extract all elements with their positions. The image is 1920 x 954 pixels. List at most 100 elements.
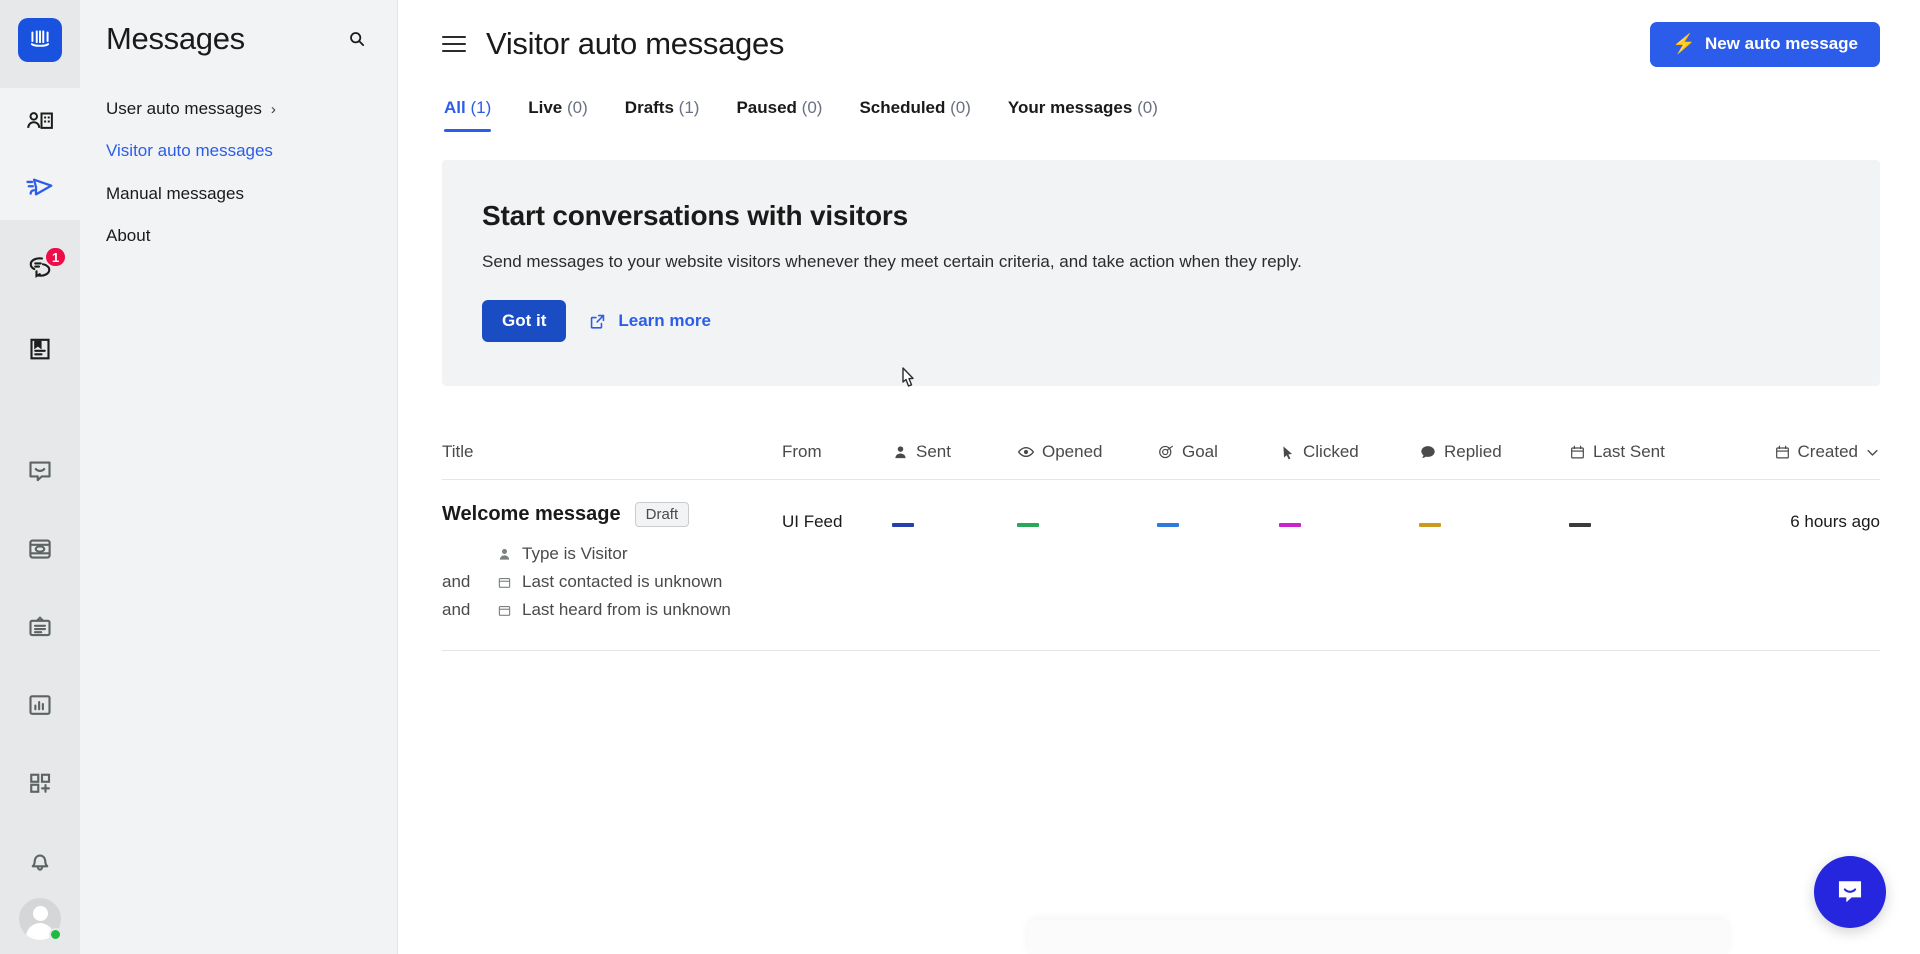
last-sent-value-dash	[1569, 523, 1591, 527]
col-title[interactable]: Title	[442, 442, 782, 480]
sidebar-item-visitor-auto-messages[interactable]: Visitor auto messages	[106, 130, 372, 172]
new-auto-message-button[interactable]: ⚡ New auto message	[1650, 21, 1880, 67]
learn-more-label: Learn more	[618, 311, 711, 330]
messenger-launcher-icon	[1838, 881, 1862, 903]
row-title-text: Welcome message	[442, 503, 621, 525]
inbox-unread-badge: 1	[44, 246, 68, 268]
rail-item-surveys[interactable]	[0, 594, 80, 660]
clicked-value-dash	[1279, 523, 1301, 527]
tab-scheduled[interactable]: Scheduled (0)	[859, 98, 970, 132]
outbound-send-icon	[26, 178, 53, 196]
articles-icon	[30, 338, 50, 360]
table-header-row: Title From Sent Opened Goal Clicked Repl…	[442, 442, 1880, 480]
rule-row: and Last contacted is unknown	[442, 568, 782, 596]
tab-count: (1)	[470, 98, 492, 117]
tab-label: Drafts	[624, 98, 674, 117]
rail-item-tours[interactable]	[0, 516, 80, 582]
rail-item-contacts[interactable]	[0, 88, 80, 154]
banner-body: Send messages to your website visitors w…	[482, 252, 1302, 271]
onboarding-banner: Start conversations with visitors Send m…	[442, 160, 1880, 386]
rule-text: Type is Visitor	[522, 544, 628, 563]
eye-icon	[1017, 446, 1035, 458]
rail-item-messenger[interactable]	[0, 438, 80, 504]
target-goal-icon	[1159, 445, 1173, 459]
rail-item-inbox[interactable]: 1	[0, 234, 80, 300]
tab-label: Your messages	[1007, 98, 1133, 117]
table-row[interactable]: Welcome message Draft Type is Visitor an…	[442, 479, 1880, 651]
sidebar-item-label: About	[106, 226, 151, 246]
status-tabs: All (1) Live (0) Drafts (1) Paused (0) S…	[442, 98, 1880, 132]
messages-sidebar: Messages User auto messages › Visitor au…	[80, 0, 398, 954]
cell-last-sent	[1569, 479, 1734, 651]
sidebar-item-about[interactable]: About	[106, 215, 372, 257]
col-created-label: Created	[1797, 442, 1858, 461]
rail-item-messages[interactable]	[0, 154, 80, 220]
cell-clicked	[1279, 479, 1419, 651]
opened-value-dash	[1017, 523, 1039, 527]
external-link-icon	[591, 314, 605, 329]
col-sent-label: Sent	[916, 442, 951, 461]
rule-prefix: and	[442, 572, 471, 591]
chevron-right-icon: ›	[270, 100, 276, 118]
col-title-label: Title	[442, 442, 474, 461]
messenger-launcher-button[interactable]	[1814, 856, 1886, 928]
col-last-sent[interactable]: Last Sent	[1569, 442, 1734, 480]
tab-count: (0)	[801, 98, 823, 117]
tab-label: Paused	[736, 98, 797, 117]
messenger-icon	[29, 461, 51, 482]
new-auto-message-label: New auto message	[1704, 34, 1858, 53]
sidebar-header: Messages	[106, 0, 372, 66]
rail-item-articles[interactable]	[0, 316, 80, 382]
tab-paused[interactable]: Paused (0)	[736, 98, 822, 132]
rule-prefix: and	[442, 600, 471, 619]
tab-all[interactable]: All (1)	[444, 98, 492, 132]
learn-more-link[interactable]: Learn more	[588, 311, 711, 331]
tab-live[interactable]: Live (0)	[528, 98, 588, 132]
person-icon	[495, 547, 513, 562]
col-from-label: From	[782, 442, 822, 461]
person-icon	[895, 445, 906, 458]
tab-drafts[interactable]: Drafts (1)	[625, 98, 700, 132]
tab-your-messages[interactable]: Your messages (0)	[1008, 98, 1158, 132]
intercom-logo-icon[interactable]	[18, 18, 62, 62]
rail-item-apps[interactable]	[0, 750, 80, 816]
goal-value-dash	[1157, 523, 1179, 527]
cell-from: UI Feed	[782, 479, 892, 651]
sidebar-title: Messages	[106, 21, 245, 56]
calendar-icon	[1571, 445, 1584, 458]
rule-text: Last heard from is unknown	[522, 600, 731, 619]
col-clicked[interactable]: Clicked	[1279, 442, 1419, 480]
user-avatar-slot[interactable]	[19, 898, 62, 941]
col-sent[interactable]: Sent	[892, 442, 1017, 480]
col-opened[interactable]: Opened	[1017, 442, 1157, 480]
rail-item-reports[interactable]	[0, 672, 80, 738]
tab-count: (0)	[567, 98, 588, 117]
page-title: Visitor auto messages	[486, 26, 785, 61]
hamburger-menu-icon[interactable]	[442, 36, 466, 52]
contacts-icon	[27, 112, 53, 129]
cursor-arrow-icon	[1283, 445, 1293, 459]
cell-title[interactable]: Welcome message Draft Type is Visitor an…	[442, 479, 782, 651]
col-replied[interactable]: Replied	[1419, 442, 1569, 480]
col-opened-label: Opened	[1042, 442, 1103, 461]
rail-item-notifications[interactable]	[0, 828, 80, 894]
chevron-down-icon[interactable]	[1865, 445, 1880, 460]
tab-count: (1)	[678, 98, 700, 117]
table-header: Title From Sent Opened Goal Clicked Repl…	[442, 442, 1880, 480]
page-header: Visitor auto messages ⚡ New auto message	[442, 0, 1880, 70]
primary-nav-rail: 1	[0, 0, 80, 954]
col-replied-label: Replied	[1444, 442, 1502, 461]
cell-opened	[1017, 479, 1157, 651]
sidebar-item-label: Manual messages	[106, 183, 244, 203]
sidebar-nav: User auto messages › Visitor auto messag…	[106, 88, 372, 258]
bell-notifications-icon	[31, 854, 49, 871]
sidebar-item-user-auto-messages[interactable]: User auto messages ›	[106, 88, 372, 130]
col-from[interactable]: From	[782, 442, 892, 480]
rule-row: Type is Visitor	[442, 540, 782, 568]
main-content: Visitor auto messages ⚡ New auto message…	[398, 0, 1920, 954]
search-icon[interactable]	[342, 24, 372, 54]
col-created[interactable]: Created	[1734, 442, 1880, 480]
got-it-button[interactable]: Got it	[482, 300, 567, 342]
col-goal[interactable]: Goal	[1157, 442, 1279, 480]
sidebar-item-manual-messages[interactable]: Manual messages	[106, 173, 372, 215]
